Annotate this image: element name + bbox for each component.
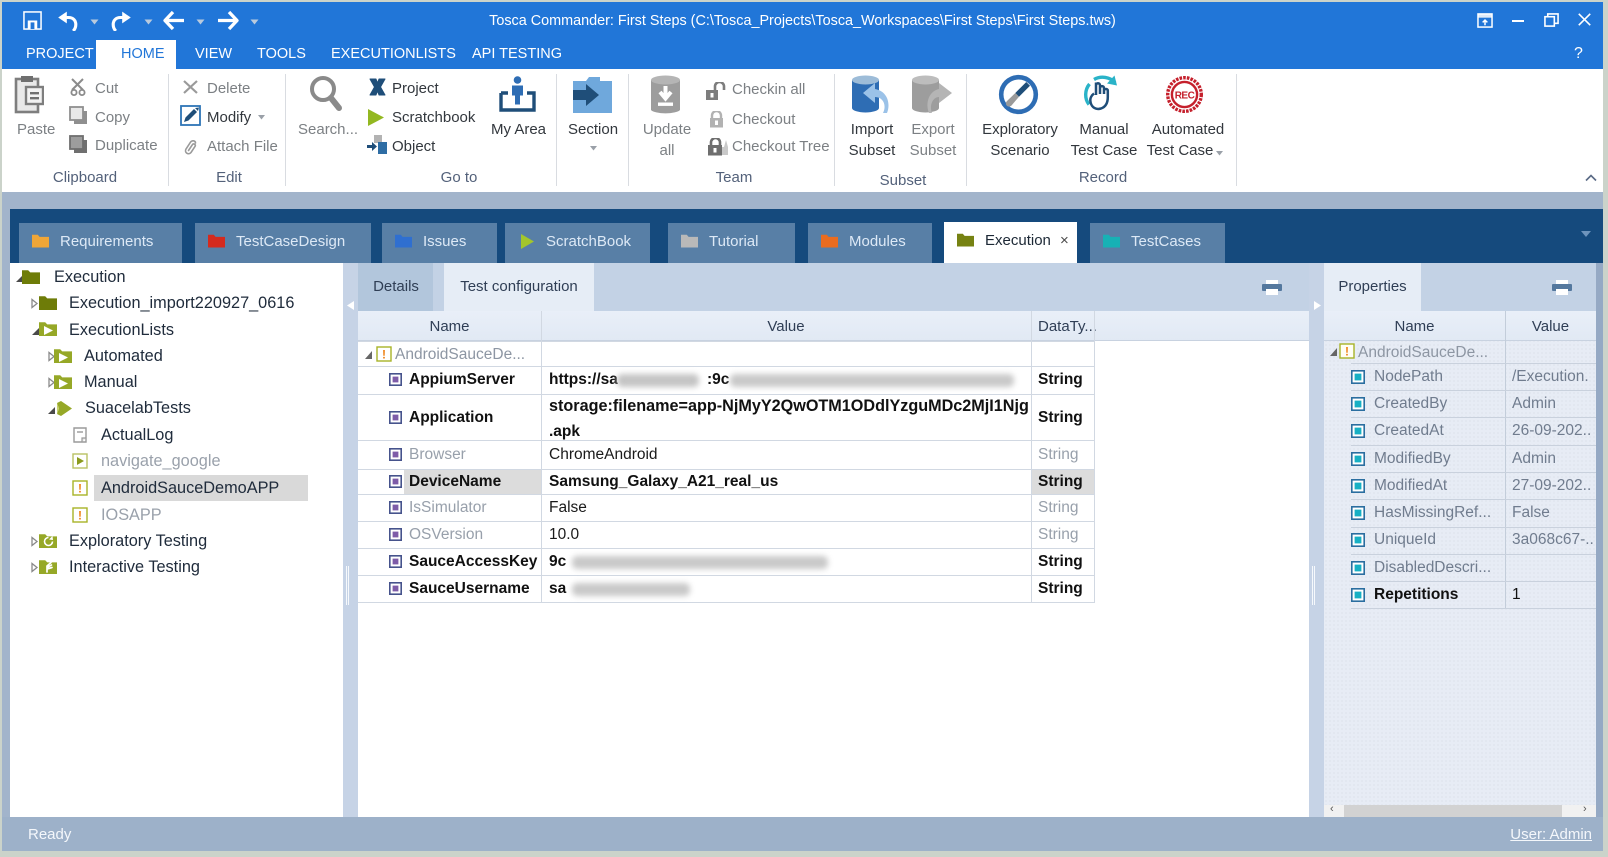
svg-text:REC: REC xyxy=(1175,91,1195,102)
svg-text:!: ! xyxy=(1345,345,1349,359)
svg-text:!: ! xyxy=(382,348,386,362)
svg-text:!: ! xyxy=(78,509,82,523)
svg-text:!: ! xyxy=(78,482,82,496)
